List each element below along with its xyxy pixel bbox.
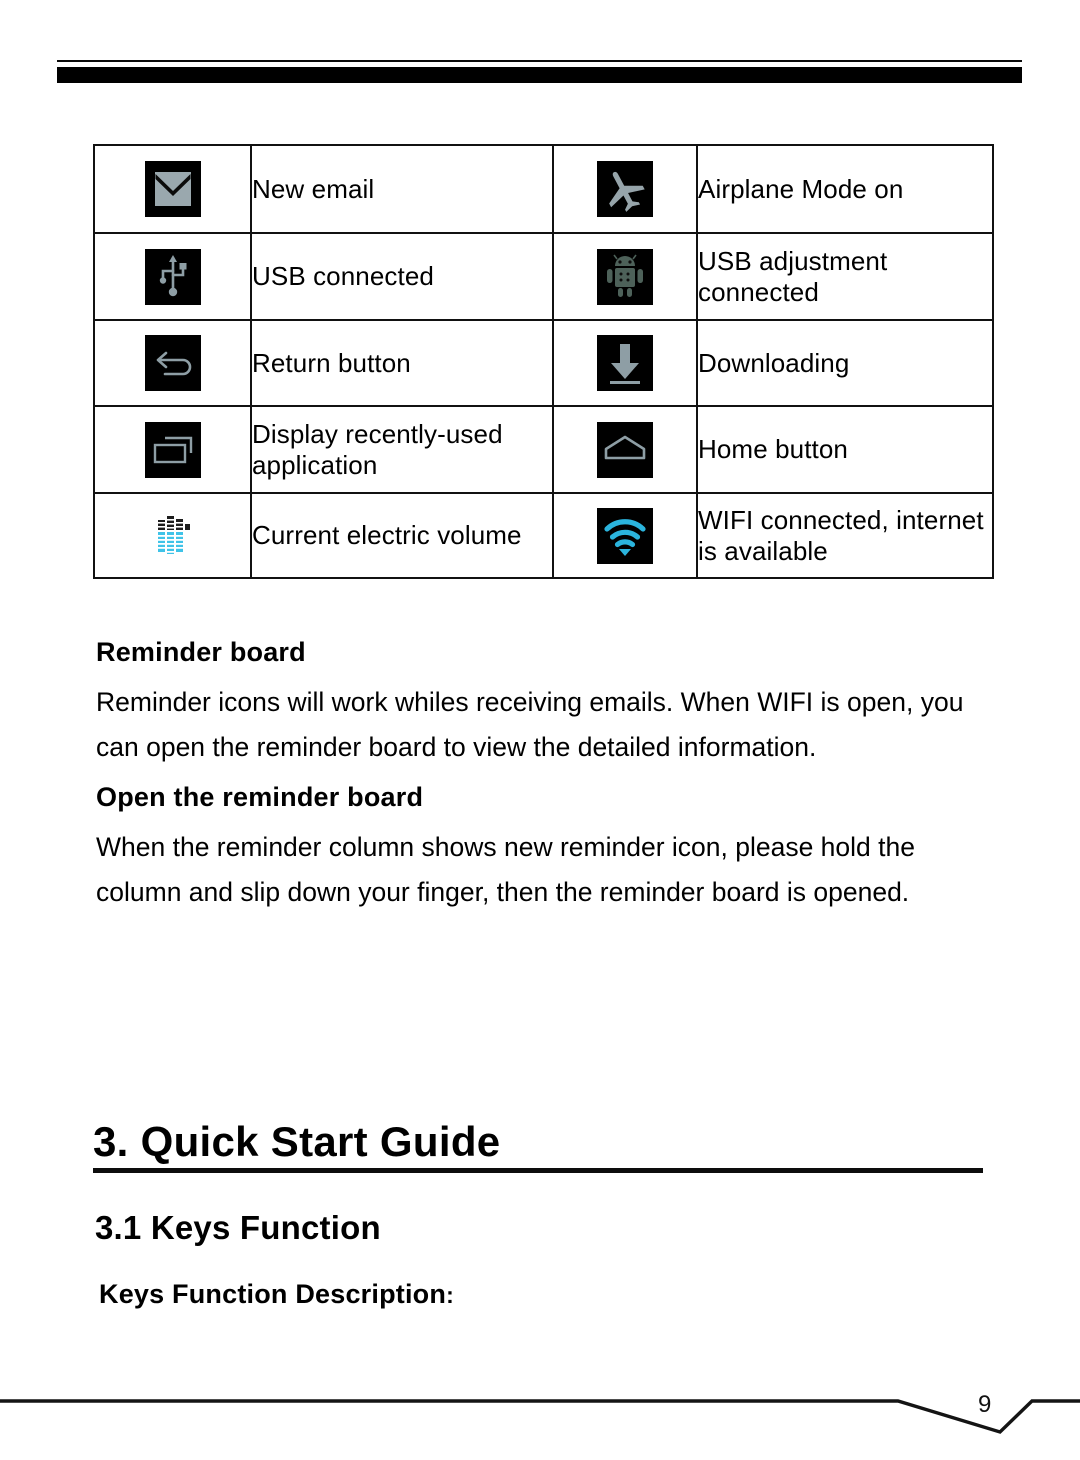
icon-cell-wifi [552,492,698,579]
icon-cell-download [552,319,698,407]
header-thick-bar [57,67,1022,83]
page-number: 9 [978,1391,992,1418]
icon-cell-return [93,319,252,407]
chapter-title-rule [93,1168,983,1173]
email-icon [144,161,201,217]
status-icon-table: New email Airplane Mode on USB connected… [93,144,994,579]
home-icon [597,421,653,478]
usb-icon [144,248,201,305]
keys-function-description-colon: : [446,1282,454,1308]
download-icon [597,335,653,391]
page-header-rules [57,60,1022,83]
icon-label-email: New email [250,144,554,234]
table-row: Current electric volume WIFI connected, … [93,492,994,579]
chapter-title: 3. Quick Start Guide [93,1118,501,1165]
android-debug-icon [597,248,653,305]
icon-cell-android-debug [552,232,698,321]
return-arrow-icon [144,335,201,391]
icon-cell-recent-apps [93,405,252,494]
icon-cell-airplane [552,144,698,234]
keys-function-description-label: Keys Function Description [99,1279,447,1309]
icon-label-home: Home button [696,405,994,494]
icon-label-battery: Current electric volume [250,492,554,579]
page-footer [0,1370,1080,1460]
table-row: Return button Downloading [93,319,994,407]
icon-cell-home [552,405,698,494]
table-row: Display recently-used application Home b… [93,405,994,494]
open-reminder-board-paragraph: When the reminder column shows new remin… [96,832,915,907]
icon-cell-usb [93,232,252,321]
recent-apps-icon [144,421,201,478]
table-row: USB connected USB adjustment connected [93,232,994,321]
keys-function-description-heading: Keys Function Description: [99,1279,454,1310]
icon-label-usb: USB connected [250,232,554,321]
icon-cell-battery [93,492,252,579]
wifi-icon [597,507,653,564]
icon-label-download: Downloading [696,319,994,407]
icon-label-airplane: Airplane Mode on [696,144,994,234]
reminder-board-heading: Reminder board [96,637,306,667]
subsection-title: 3.1 Keys Function [95,1209,381,1246]
open-reminder-board-heading: Open the reminder board [96,782,424,812]
airplane-icon [597,161,653,217]
icon-cell-email [93,144,252,234]
reminder-board-paragraph: Reminder icons will work whiles receivin… [96,687,964,762]
icon-label-android-debug: USB adjustment connected [696,232,994,321]
battery-level-icon [145,508,201,564]
icon-label-return: Return button [250,319,554,407]
table-row: New email Airplane Mode on [93,144,994,234]
icon-label-recent-apps: Display recently-used application [250,405,554,494]
icon-label-wifi: WIFI connected, internet is available [696,492,994,579]
